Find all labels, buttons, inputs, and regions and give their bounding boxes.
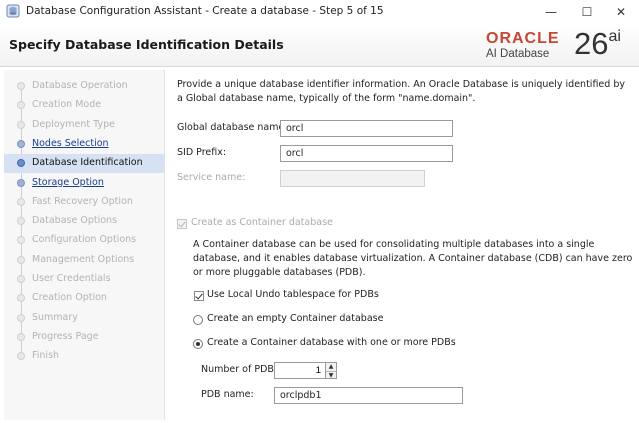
product-name: AI Database <box>486 48 550 60</box>
step-indicator-icon <box>17 178 25 187</box>
nav-step-label: User Credentials <box>32 273 111 284</box>
step-indicator-icon <box>17 101 25 110</box>
global-db-name-input[interactable] <box>280 120 453 137</box>
container-db-description: A Container database can be used for con… <box>193 239 633 278</box>
maximize-button[interactable]: ☐ <box>570 0 604 24</box>
step-indicator-icon <box>17 332 25 341</box>
main-content: Provide a unique database identifier inf… <box>165 70 639 423</box>
nav-step-creation-option: Creation Option <box>4 289 164 308</box>
container-db-checkbox <box>177 219 187 229</box>
global-db-name-label: Global database name: <box>177 122 288 133</box>
wizard-steps-nav: Database Operation Creation Mode Deploymen… <box>4 70 165 420</box>
spinner-buttons: ▲ ▼ <box>326 362 337 379</box>
service-name-label: Service name: <box>177 172 246 183</box>
container-db-label: Create as Container database <box>191 217 333 228</box>
nav-step-label: Finish <box>32 350 60 362</box>
spinner-up-icon[interactable]: ▲ <box>326 363 336 372</box>
nav-step-database-operation: Database Operation <box>4 77 164 96</box>
nav-step-fast-recovery-option: Fast Recovery Option <box>4 193 164 212</box>
nav-step-summary: Summary <box>4 309 164 328</box>
step-indicator-icon <box>17 236 25 245</box>
nav-step-database-options: Database Options <box>4 212 164 231</box>
title-bar: Database Configuration Assistant - Creat… <box>0 0 639 25</box>
nav-step-deployment-type: Deployment Type <box>4 116 164 135</box>
num-pdbs-input[interactable] <box>274 362 326 379</box>
step-indicator-icon <box>17 82 25 90</box>
step-indicator-icon <box>17 313 25 322</box>
step-indicator-icon <box>17 139 25 148</box>
step-indicator-icon <box>17 294 25 303</box>
step-indicator-icon <box>17 255 25 264</box>
page-title: Specify Database Identification Details <box>9 37 284 52</box>
nav-step-label: Database Operation <box>32 80 128 91</box>
nav-step-label: Configuration Options <box>32 234 137 246</box>
cdb-with-pdbs-label: Create a Container database with one or … <box>207 337 456 348</box>
close-icon: ✕ <box>615 5 627 19</box>
local-undo-checkbox[interactable] <box>194 291 204 301</box>
version-suffix: ai <box>608 28 621 45</box>
nav-step-label: Nodes Selection <box>32 137 109 149</box>
minimize-icon: — <box>545 5 557 19</box>
service-name-input <box>280 170 425 187</box>
nav-step-label: Creation Mode <box>32 99 102 111</box>
pdb-name-input[interactable] <box>274 387 463 404</box>
maximize-icon: ☐ <box>581 5 593 19</box>
oracle-wordmark: ORACLE <box>486 30 560 47</box>
spinner-down-icon[interactable]: ▼ <box>326 372 336 380</box>
nav-step-label: Creation Option <box>32 292 107 304</box>
cdb-with-pdbs-radio[interactable] <box>193 339 203 349</box>
empty-cdb-label: Create an empty Container database <box>207 313 384 324</box>
nav-step-user-credentials: User Credentials <box>4 270 164 289</box>
nav-step-progress-page: Progress Page <box>4 328 164 347</box>
nav-step-finish: Finish <box>4 347 164 366</box>
step-indicator-icon <box>17 275 25 283</box>
nav-step-management-options: Management Options <box>4 251 164 270</box>
nav-step-label: Database Identification <box>32 157 143 169</box>
minimize-button[interactable]: — <box>534 0 568 24</box>
step-indicator-icon <box>17 352 25 361</box>
version-number: 26 <box>574 26 609 61</box>
nav-step-label: Deployment Type <box>32 118 115 130</box>
dbca-app-icon <box>6 4 20 18</box>
step-indicator-icon <box>17 120 25 129</box>
empty-cdb-radio[interactable] <box>193 315 203 325</box>
nav-step-database-identification[interactable]: Database Identification <box>4 154 164 174</box>
nav-step-label: Storage Option <box>32 176 104 188</box>
window-title: Database Configuration Assistant - Creat… <box>26 5 384 17</box>
oracle-logo: ORACLE AI Database 26ai <box>470 26 635 64</box>
pdb-name-label: PDB name: <box>201 389 254 400</box>
close-button[interactable]: ✕ <box>604 0 638 24</box>
intro-text: Provide a unique database identifier inf… <box>177 79 625 104</box>
nav-step-creation-mode: Creation Mode <box>4 96 164 115</box>
sid-prefix-label: SID Prefix: <box>177 147 227 158</box>
nav-step-storage-option[interactable]: Storage Option <box>4 174 164 193</box>
nav-step-nodes-selection[interactable]: Nodes Selection <box>4 135 164 154</box>
step-indicator-icon <box>17 159 25 168</box>
nav-step-label: Progress Page <box>32 330 99 342</box>
nav-step-label: Fast Recovery Option <box>32 195 133 207</box>
step-indicator-icon <box>17 197 25 206</box>
nav-step-label: Summary <box>32 311 78 323</box>
nav-step-label: Management Options <box>32 253 135 265</box>
num-pdbs-label: Number of PDBs: <box>201 364 283 375</box>
dbca-window: Database Configuration Assistant - Creat… <box>0 0 639 423</box>
step-indicator-icon <box>17 217 25 226</box>
local-undo-label: Use Local Undo tablespace for PDBs <box>207 289 379 300</box>
nav-step-configuration-options: Configuration Options <box>4 231 164 250</box>
sid-prefix-input[interactable] <box>280 145 453 162</box>
version-badge: 26ai <box>574 26 621 62</box>
num-pdbs-spinner: ▲ ▼ <box>274 362 338 379</box>
nav-step-label: Database Options <box>32 215 118 227</box>
page-header: Specify Database Identification Details … <box>0 24 639 67</box>
